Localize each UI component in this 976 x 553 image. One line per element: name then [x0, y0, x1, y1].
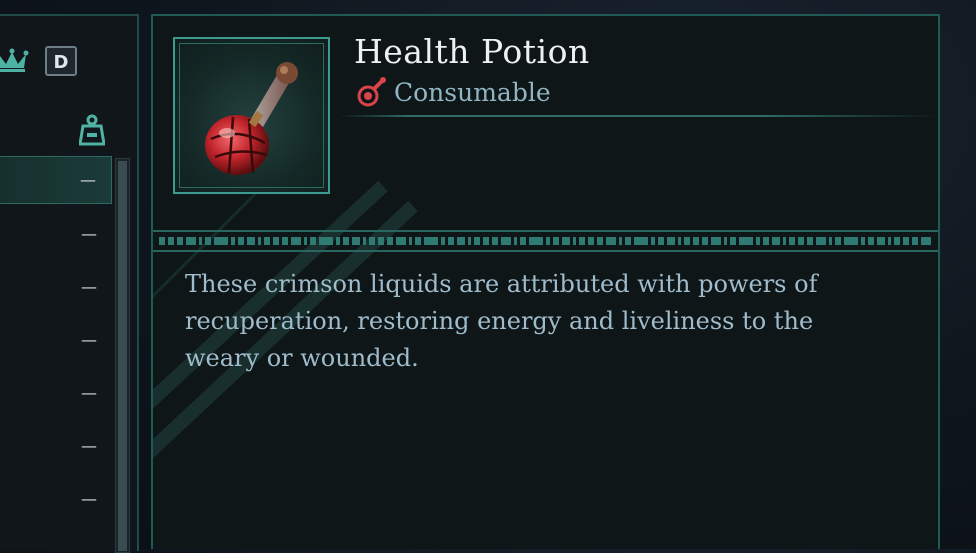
keybind-d-button[interactable]: D	[45, 46, 77, 76]
ornamental-divider	[153, 230, 938, 252]
item-description: These crimson liquids are attributed wit…	[185, 270, 818, 372]
item-detail-card: Health Potion Consumable These crimson l…	[151, 14, 940, 549]
row-value: —	[81, 224, 97, 244]
scrollbar[interactable]	[115, 158, 130, 553]
row-value: —	[81, 489, 97, 509]
inventory-panel: D — — — — — — —	[0, 14, 139, 553]
crown-icon[interactable]	[0, 46, 30, 74]
flask-icon	[357, 77, 386, 107]
inventory-list: — — — — — — —	[0, 156, 112, 529]
scrollbar-thumb[interactable]	[118, 161, 127, 551]
row-value: —	[81, 330, 97, 350]
item-category: Consumable	[356, 76, 551, 108]
list-item[interactable]: —	[0, 156, 112, 204]
list-item[interactable]: —	[0, 211, 112, 257]
title-underline	[339, 115, 938, 117]
list-item[interactable]: —	[0, 476, 112, 522]
item-icon-frame	[173, 37, 330, 194]
list-item[interactable]: —	[0, 264, 112, 310]
list-item[interactable]: —	[0, 317, 112, 363]
item-name: Health Potion	[354, 32, 590, 71]
list-item[interactable]: —	[0, 370, 112, 416]
row-value: —	[80, 170, 96, 190]
weight-icon[interactable]	[79, 114, 105, 146]
item-category-label: Consumable	[394, 77, 551, 107]
row-value: —	[81, 277, 97, 297]
list-item[interactable]: —	[0, 423, 112, 469]
health-potion-icon	[205, 62, 298, 175]
row-value: —	[81, 436, 97, 456]
row-value: —	[81, 383, 97, 403]
